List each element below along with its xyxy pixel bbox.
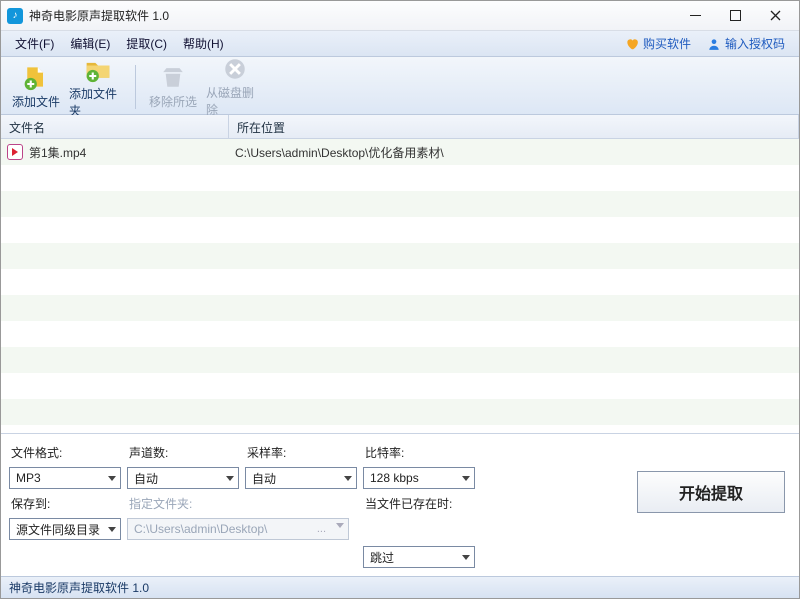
chevron-down-icon — [462, 476, 470, 481]
add-folder-button[interactable]: 添加文件夹 — [69, 60, 127, 114]
menubar: 文件(F) 编辑(E) 提取(C) 帮助(H) 购买软件 输入授权码 — [1, 31, 799, 57]
table-row — [1, 425, 799, 433]
close-button[interactable] — [755, 4, 795, 28]
table-row — [1, 243, 799, 269]
start-extract-button[interactable]: 开始提取 — [637, 471, 785, 513]
add-folder-icon — [84, 55, 112, 83]
remove-disk-icon — [221, 56, 249, 82]
minimize-button[interactable] — [675, 4, 715, 28]
remove-selected-icon — [159, 63, 187, 91]
format-select[interactable]: MP3 — [9, 467, 121, 489]
table-row — [1, 347, 799, 373]
remove-disk-label: 从磁盘删除 — [206, 84, 264, 118]
exists-label: 当文件已存在时: — [363, 495, 475, 512]
chevron-down-icon — [108, 527, 116, 532]
table-row — [1, 165, 799, 191]
add-file-button[interactable]: 添加文件 — [7, 60, 65, 114]
channels-select[interactable]: 自动 — [127, 467, 239, 489]
settings-panel: 文件格式: 声道数: 采样率: 比特率: 开始提取 MP3 自动 自动 128 … — [1, 433, 799, 576]
maximize-button[interactable] — [715, 4, 755, 28]
col-name[interactable]: 文件名 — [1, 115, 229, 138]
table-row[interactable]: 第1集.mp4 C:\Users\admin\Desktop\优化备用素材\ — [1, 139, 799, 165]
samplerate-select[interactable]: 自动 — [245, 467, 357, 489]
remove-selected-label: 移除所选 — [149, 93, 197, 110]
folder-label: 指定文件夹: — [127, 495, 239, 512]
chevron-down-icon — [226, 476, 234, 481]
chevron-down-icon — [344, 476, 352, 481]
app-logo-icon: ♪ — [7, 8, 23, 24]
cell-location: C:\Users\admin\Desktop\优化备用素材\ — [229, 144, 799, 161]
chevron-down-icon — [336, 523, 344, 535]
chevron-down-icon — [108, 476, 116, 481]
window-title: 神奇电影原声提取软件 1.0 — [29, 7, 675, 24]
license-label: 输入授权码 — [725, 35, 785, 52]
buy-label: 购买软件 — [643, 35, 691, 52]
menu-edit[interactable]: 编辑(E) — [62, 32, 118, 55]
add-file-label: 添加文件 — [12, 93, 60, 110]
license-link[interactable]: 输入授权码 — [699, 35, 793, 52]
heart-icon — [625, 37, 639, 51]
table-row — [1, 321, 799, 347]
toolbar: 添加文件 添加文件夹 移除所选 从磁盘删除 — [1, 57, 799, 115]
chevron-down-icon — [462, 555, 470, 560]
remove-disk-button[interactable]: 从磁盘删除 — [206, 60, 264, 114]
exists-select[interactable]: 跳过 — [363, 546, 475, 568]
samplerate-label: 采样率: — [245, 444, 357, 461]
add-folder-label: 添加文件夹 — [69, 85, 127, 119]
menu-file[interactable]: 文件(F) — [7, 32, 62, 55]
video-file-icon — [7, 144, 23, 160]
table-header: 文件名 所在位置 — [1, 115, 799, 139]
cell-filename: 第1集.mp4 — [1, 144, 229, 161]
toolbar-separator — [135, 65, 136, 109]
table-row — [1, 373, 799, 399]
col-location[interactable]: 所在位置 — [229, 115, 799, 138]
folder-path-select: C:\Users\admin\Desktop\... — [127, 518, 349, 540]
bitrate-label: 比特率: — [363, 444, 475, 461]
table-body: 第1集.mp4 C:\Users\admin\Desktop\优化备用素材\ — [1, 139, 799, 433]
table-row — [1, 399, 799, 425]
status-text: 神奇电影原声提取软件 1.0 — [9, 579, 149, 596]
table-row — [1, 269, 799, 295]
channels-label: 声道数: — [127, 444, 239, 461]
table-row — [1, 217, 799, 243]
table-row — [1, 191, 799, 217]
format-label: 文件格式: — [9, 444, 121, 461]
filename-text: 第1集.mp4 — [29, 144, 86, 161]
add-file-icon — [22, 63, 50, 91]
buy-link[interactable]: 购买软件 — [617, 35, 699, 52]
remove-selected-button[interactable]: 移除所选 — [144, 60, 202, 114]
saveto-select[interactable]: 源文件同级目录 — [9, 518, 121, 540]
saveto-label: 保存到: — [9, 495, 121, 512]
titlebar: ♪ 神奇电影原声提取软件 1.0 — [1, 1, 799, 31]
user-icon — [707, 37, 721, 51]
table-row — [1, 295, 799, 321]
bitrate-select[interactable]: 128 kbps — [363, 467, 475, 489]
menu-extract[interactable]: 提取(C) — [118, 32, 175, 55]
statusbar: 神奇电影原声提取软件 1.0 — [1, 576, 799, 598]
menu-help[interactable]: 帮助(H) — [175, 32, 232, 55]
